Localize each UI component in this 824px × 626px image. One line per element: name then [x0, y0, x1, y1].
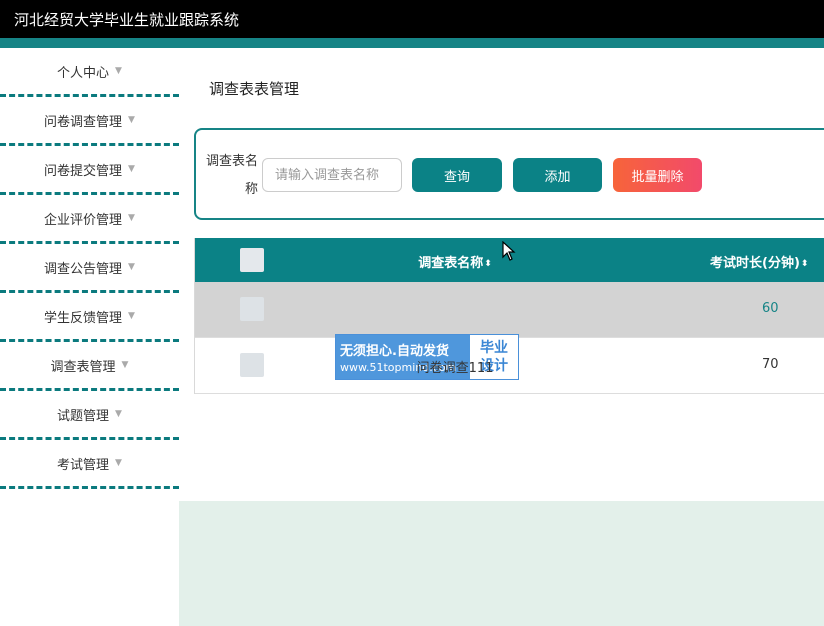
- main-content: 调查表表管理 调查表名 称 查询 添加 批量删除 调查表名称⬍ 考试时长(分钟)…: [179, 48, 824, 501]
- chevron-down-icon: ▼: [128, 262, 135, 272]
- sidebar: 个人中心 ▼ 问卷调查管理 ▼ 问卷提交管理 ▼ 企业评价管理 ▼ 调查公告管理 ▼ 学生…: [0, 48, 179, 626]
- cell-duration: 70: [762, 357, 779, 372]
- sidebar-item-survey-notice[interactable]: 调查公告管理 ▼: [0, 244, 179, 293]
- chevron-down-icon: ▼: [121, 360, 129, 370]
- mouse-cursor-icon: [502, 241, 516, 261]
- select-all-checkbox[interactable]: [240, 248, 264, 272]
- chevron-down-icon: ▼: [115, 458, 122, 468]
- chevron-down-icon: ▼: [128, 115, 135, 125]
- chevron-down-icon: ▼: [128, 311, 135, 321]
- sidebar-item-questionnaire-submit[interactable]: 问卷提交管理 ▼: [0, 146, 179, 195]
- sidebar-item-survey-table[interactable]: 调查表管理 ▼: [0, 342, 179, 391]
- sidebar-item-questionnaire[interactable]: 问卷调查管理 ▼: [0, 97, 179, 146]
- sidebar-item-exams[interactable]: 考试管理 ▼: [0, 440, 179, 489]
- app-header: 河北经贸大学毕业生就业跟踪系统: [0, 0, 824, 38]
- sidebar-item-questions[interactable]: 试题管理 ▼: [0, 391, 179, 440]
- chevron-down-icon: ▼: [115, 409, 122, 419]
- sort-icon[interactable]: ⬍: [484, 259, 492, 269]
- sort-icon[interactable]: ⬍: [801, 259, 809, 269]
- search-panel: 调查表名 称 查询 添加 批量删除: [194, 128, 824, 220]
- row-checkbox[interactable]: [240, 353, 264, 377]
- search-input[interactable]: [262, 158, 402, 192]
- search-label: 调查表名 称: [205, 154, 258, 197]
- chevron-down-icon: ▼: [128, 213, 135, 223]
- sidebar-item-company-evaluation[interactable]: 企业评价管理 ▼: [0, 195, 179, 244]
- row-checkbox[interactable]: [240, 297, 264, 321]
- chevron-down-icon: ▼: [115, 66, 122, 76]
- app-title: 河北经贸大学毕业生就业跟踪系统: [14, 10, 240, 29]
- table-row[interactable]: 问卷调查111 70: [195, 338, 824, 394]
- sidebar-item-personal-center[interactable]: 个人中心 ▼: [0, 48, 179, 97]
- page-title: 调查表表管理: [209, 80, 300, 98]
- batch-delete-button[interactable]: 批量删除: [613, 158, 702, 192]
- cell-survey-name: 问卷调查111: [416, 361, 494, 376]
- sidebar-item-student-feedback[interactable]: 学生反馈管理 ▼: [0, 293, 179, 342]
- header-accent-bar: [0, 38, 824, 48]
- column-header-duration[interactable]: 考试时长(分钟)⬍: [710, 252, 824, 271]
- add-button[interactable]: 添加: [513, 158, 602, 192]
- chevron-down-icon: ▼: [128, 164, 135, 174]
- cell-duration: 60: [762, 301, 779, 316]
- survey-table: 调查表名称⬍ 考试时长(分钟)⬍ 60 无须担心.自动发货 www.51topm…: [194, 238, 824, 394]
- search-button[interactable]: 查询: [412, 158, 502, 192]
- column-header-name[interactable]: 调查表名称⬍: [355, 252, 555, 271]
- table-row[interactable]: 60 无须担心.自动发货 www.51topmind.com 毕业 设计: [195, 282, 824, 380]
- content-footer-area: [179, 501, 824, 626]
